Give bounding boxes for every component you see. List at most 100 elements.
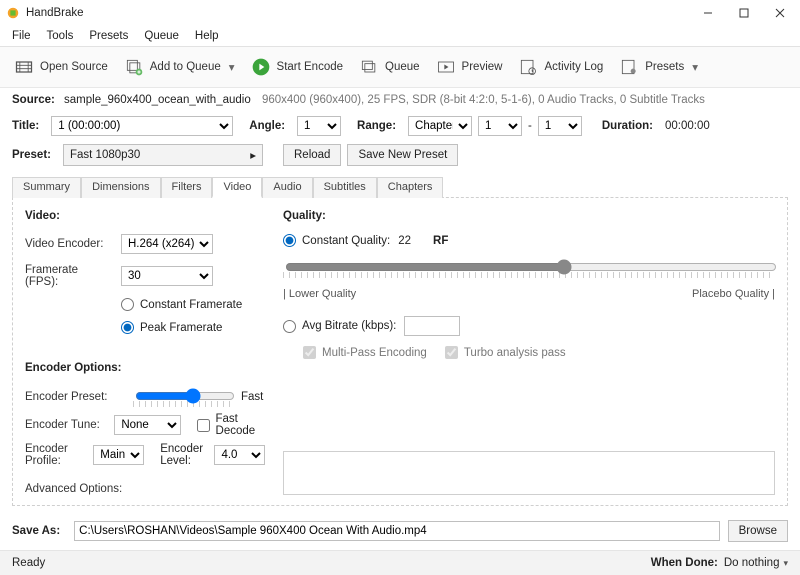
- video-encoder-select[interactable]: H.264 (x264): [121, 234, 213, 254]
- presets-label: Presets: [645, 61, 684, 73]
- encoder-level-label: Encoder Level:: [160, 443, 206, 467]
- window-minimize-button[interactable]: [690, 0, 726, 26]
- encoder-preset-value: Fast: [241, 391, 263, 403]
- presets-icon: [619, 57, 639, 77]
- start-encode-label: Start Encode: [277, 61, 343, 73]
- tab-audio[interactable]: Audio: [262, 177, 312, 198]
- save-as-input[interactable]: [74, 521, 719, 541]
- open-source-button[interactable]: Open Source: [8, 53, 114, 81]
- tab-chapters[interactable]: Chapters: [377, 177, 444, 198]
- menu-file[interactable]: File: [4, 28, 39, 44]
- add-to-queue-label: Add to Queue: [150, 61, 221, 73]
- preview-button[interactable]: Preview: [430, 53, 509, 81]
- constant-quality-unit: RF: [433, 235, 448, 247]
- range-type-select[interactable]: Chapters: [408, 116, 472, 136]
- tab-filters[interactable]: Filters: [161, 177, 213, 198]
- play-icon: [251, 57, 271, 77]
- save-new-preset-button[interactable]: Save New Preset: [347, 144, 458, 166]
- angle-select[interactable]: 1: [297, 116, 341, 136]
- tab-strip: Summary Dimensions Filters Video Audio S…: [12, 176, 788, 197]
- when-done-select[interactable]: Do nothing: [724, 557, 788, 569]
- queue-icon: [359, 57, 379, 77]
- activity-log-label: Activity Log: [544, 61, 603, 73]
- preset-select[interactable]: Fast 1080p30 ▸: [63, 144, 263, 166]
- encoder-preset-label: Encoder Preset:: [25, 391, 125, 403]
- placebo-quality-label: Placebo Quality |: [692, 288, 775, 300]
- preset-row: Preset: Fast 1080p30 ▸ Reload Save New P…: [0, 140, 800, 170]
- constant-quality-radio[interactable]: Constant Quality:: [283, 234, 390, 247]
- main-toolbar: Open Source Add to Queue ▾ Start Encode …: [0, 47, 800, 88]
- source-name: sample_960x400_ocean_with_audio: [64, 94, 251, 106]
- quality-slider[interactable]: [283, 257, 775, 278]
- window-title: HandBrake: [26, 7, 84, 19]
- activity-log-button[interactable]: Activity Log: [512, 53, 609, 81]
- tab-subtitles[interactable]: Subtitles: [313, 177, 377, 198]
- window-titlebar: HandBrake: [0, 0, 800, 26]
- add-to-queue-button[interactable]: Add to Queue ▾: [118, 53, 241, 81]
- peak-framerate-radio[interactable]: Peak Framerate: [121, 321, 222, 334]
- encoder-profile-label: Encoder Profile:: [25, 443, 85, 467]
- title-row: Title: 1 (00:00:00) Angle: 1 Range: Chap…: [0, 112, 800, 140]
- range-to-select[interactable]: 1: [538, 116, 582, 136]
- video-encoder-label: Video Encoder:: [25, 238, 113, 250]
- advanced-options-input[interactable]: [283, 451, 775, 495]
- turbo-pass-checkbox[interactable]: Turbo analysis pass: [445, 346, 566, 359]
- preset-value: Fast 1080p30: [70, 149, 140, 161]
- status-text: Ready: [12, 557, 45, 569]
- menu-help[interactable]: Help: [187, 28, 227, 44]
- browse-button[interactable]: Browse: [728, 520, 788, 542]
- duration-value: 00:00:00: [665, 120, 710, 132]
- encoder-profile-select[interactable]: Main: [93, 445, 144, 465]
- tab-video[interactable]: Video: [212, 177, 262, 198]
- menu-presets[interactable]: Presets: [81, 28, 136, 44]
- preview-icon: [436, 57, 456, 77]
- save-as-row: Save As: Browse: [0, 514, 800, 550]
- lower-quality-label: | Lower Quality: [283, 288, 356, 300]
- queue-label: Queue: [385, 61, 420, 73]
- video-header: Video:: [25, 210, 265, 222]
- framerate-select[interactable]: 30: [121, 266, 213, 286]
- window-maximize-button[interactable]: [726, 0, 762, 26]
- encoder-tune-select[interactable]: None: [114, 415, 180, 435]
- encoder-level-select[interactable]: 4.0: [214, 445, 265, 465]
- open-source-label: Open Source: [40, 61, 108, 73]
- queue-add-icon: [124, 57, 144, 77]
- tab-dimensions[interactable]: Dimensions: [81, 177, 160, 198]
- video-panel: Video: Video Encoder: H.264 (x264) Frame…: [12, 197, 788, 506]
- chevron-right-icon: ▸: [250, 148, 256, 162]
- multipass-checkbox[interactable]: Multi-Pass Encoding: [303, 346, 427, 359]
- range-dash: -: [528, 120, 532, 132]
- window-close-button[interactable]: [762, 0, 798, 26]
- encoder-tune-label: Encoder Tune:: [25, 419, 106, 431]
- constant-quality-value: 22: [398, 235, 411, 247]
- encoder-options-header: Encoder Options:: [25, 362, 265, 374]
- preset-label: Preset:: [12, 149, 51, 161]
- status-bar: Ready When Done: Do nothing: [0, 550, 800, 575]
- presets-button[interactable]: Presets ▾: [613, 53, 704, 81]
- range-from-select[interactable]: 1: [478, 116, 522, 136]
- save-as-label: Save As:: [12, 525, 60, 537]
- avg-bitrate-radio[interactable]: Avg Bitrate (kbps):: [283, 320, 396, 333]
- framerate-label: Framerate (FPS):: [25, 264, 113, 288]
- range-label: Range:: [357, 120, 396, 132]
- quality-header: Quality:: [283, 210, 775, 222]
- film-icon: [14, 57, 34, 77]
- reload-preset-button[interactable]: Reload: [283, 144, 341, 166]
- title-select[interactable]: 1 (00:00:00): [51, 116, 233, 136]
- avg-bitrate-input[interactable]: [404, 316, 460, 336]
- encoder-preset-slider[interactable]: [133, 386, 233, 407]
- menu-queue[interactable]: Queue: [136, 28, 187, 44]
- angle-label: Angle:: [249, 120, 285, 132]
- tab-summary[interactable]: Summary: [12, 177, 81, 198]
- source-info: 960x400 (960x400), 25 FPS, SDR (8-bit 4:…: [262, 94, 705, 106]
- source-label: Source:: [12, 94, 55, 106]
- dropdown-icon: ▾: [229, 60, 235, 74]
- title-label: Title:: [12, 120, 39, 132]
- start-encode-button[interactable]: Start Encode: [245, 53, 349, 81]
- constant-framerate-radio[interactable]: Constant Framerate: [121, 298, 242, 311]
- app-logo-icon: [6, 6, 20, 20]
- fast-decode-checkbox[interactable]: Fast Decode: [197, 413, 265, 437]
- queue-button[interactable]: Queue: [353, 53, 426, 81]
- dropdown-icon: ▾: [692, 60, 698, 74]
- menu-tools[interactable]: Tools: [39, 28, 82, 44]
